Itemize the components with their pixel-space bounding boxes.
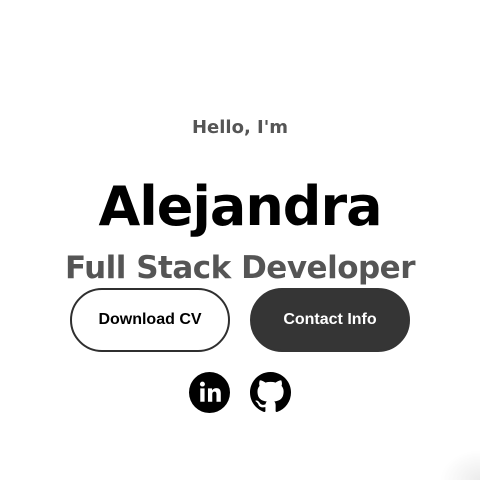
github-link[interactable] [250,372,291,413]
name-heading: Alejandra [98,175,382,239]
social-links [0,372,480,414]
hero-section: Hello, I'm Alejandra Full Stack Develope… [0,0,480,480]
role-subtitle: Full Stack Developer [64,249,416,286]
greeting-text: Hello, I'm [191,117,289,138]
linkedin-link[interactable] [189,372,230,413]
github-icon [250,372,291,412]
corner-shadow [440,450,480,480]
linkedin-icon [189,372,230,413]
contact-info-label: Contact Info [283,311,377,328]
download-cv-button[interactable]: Download CV [70,288,230,352]
download-cv-label: Download CV [98,311,202,328]
contact-info-button[interactable]: Contact Info [250,288,410,352]
